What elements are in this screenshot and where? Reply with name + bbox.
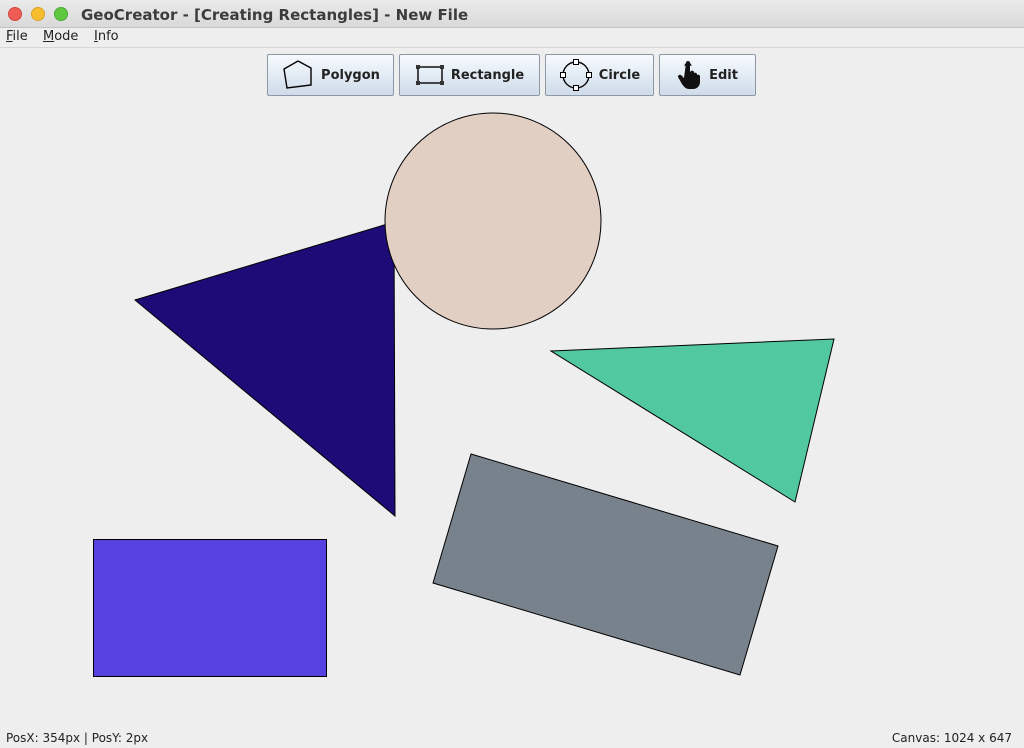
green-triangle-shape[interactable]	[549, 338, 835, 503]
maximize-window-button[interactable]	[54, 7, 68, 21]
menu-file[interactable]: File	[6, 29, 28, 44]
circle-icon	[559, 59, 592, 91]
menu-info[interactable]: Info	[94, 29, 119, 44]
hand-pointer-icon	[678, 61, 701, 89]
dark-triangle-shape[interactable]	[133, 221, 396, 518]
rectangle-button-label: Rectangle	[450, 67, 525, 83]
circle-button[interactable]: Circle	[545, 54, 654, 96]
circle-button-label: Circle	[598, 67, 641, 83]
title-bar: GeoCreator - [Creating Rectangles] - New…	[0, 0, 1024, 28]
menu-mode[interactable]: Mode	[43, 29, 78, 44]
polygon-icon	[283, 60, 312, 89]
app-window: GeoCreator - [Creating Rectangles] - New…	[0, 0, 1024, 748]
edit-button-label: Edit	[709, 67, 738, 83]
blue-rectangle-shape[interactable]	[93, 539, 327, 677]
rectangle-button[interactable]: Rectangle	[399, 54, 540, 96]
drawing-canvas[interactable]	[0, 0, 1024, 748]
beige-circle-shape[interactable]	[384, 112, 602, 330]
polygon-button[interactable]: Polygon	[267, 54, 394, 96]
edit-button[interactable]: Edit	[659, 54, 756, 96]
menu-bar: File Mode Info	[0, 28, 1024, 48]
rectangle-icon	[415, 65, 444, 85]
polygon-button-label: Polygon	[321, 67, 380, 83]
gray-rectangle-shape[interactable]	[432, 453, 779, 676]
window-title: GeoCreator - [Creating Rectangles] - New…	[81, 6, 469, 24]
canvas-size-status: Canvas: 1024 x 647	[891, 731, 1012, 745]
close-window-button[interactable]	[8, 7, 22, 21]
minimize-window-button[interactable]	[31, 7, 45, 21]
cursor-position-status: PosX: 354px | PosY: 2px	[6, 731, 149, 745]
